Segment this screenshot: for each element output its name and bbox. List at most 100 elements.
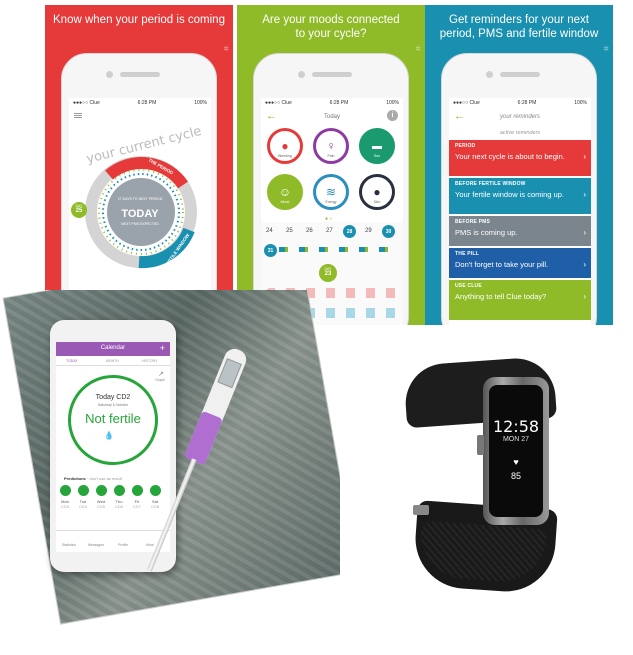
menu-icon[interactable] <box>74 112 82 119</box>
category-skin[interactable]: ● Skin <box>359 174 395 210</box>
reminder-body: PMS is coming up. <box>455 228 518 237</box>
calendar-day-marked[interactable]: 30 <box>382 225 395 238</box>
calendar-day[interactable]: 25 <box>286 228 293 234</box>
tab-today[interactable]: TODAY <box>66 359 78 363</box>
chevron-right-icon: › <box>583 260 586 269</box>
sparkle-icon: ✲ <box>415 46 421 53</box>
calendar-day[interactable]: 26 <box>306 228 313 234</box>
today-date: Saturday 6 October <box>97 403 129 407</box>
info-icon[interactable]: i <box>387 110 398 121</box>
tab-history[interactable]: HISTORY <box>142 359 157 363</box>
camera-icon <box>106 71 113 78</box>
status-time: 6:28 PM <box>329 100 349 106</box>
prediction-dot[interactable] <box>114 485 125 496</box>
sparkle-icon: ✲ <box>603 46 609 53</box>
category-label: Pain <box>327 154 335 158</box>
category-pain[interactable]: ♀ Pain <box>313 128 349 164</box>
phone-frame: ●●●○○ Clue 6:28 PM 100% your current cyc… <box>61 53 217 325</box>
today-title: Today CD2 <box>95 394 131 401</box>
graph-icon[interactable]: ↗ <box>158 370 164 378</box>
screen-title: Today <box>323 114 340 120</box>
status-battery: 100% <box>194 100 207 106</box>
smiley-icon: ☺ <box>278 185 292 199</box>
center-today-text: TODAY <box>121 208 159 220</box>
status-carrier: ●●●○○ Clue <box>453 100 480 106</box>
drop-icon: ● <box>281 139 289 153</box>
status-time: 6:28 PM <box>137 100 157 106</box>
tracker-screen: 12:58 MON 27 ♥ 85 <box>489 385 543 517</box>
panel-title: Are your moods connected to your cycle? <box>262 14 400 40</box>
prediction-cd: CD7 <box>132 504 141 509</box>
tab-month[interactable]: MONTH <box>106 359 119 363</box>
tracker-time: 12:58 <box>492 417 540 436</box>
reminder-head: BEFORE FERTILE WINDOW <box>455 181 526 187</box>
waves-icon: ≋ <box>325 185 337 199</box>
prediction-dot[interactable] <box>96 485 107 496</box>
category-label: Mood <box>280 200 290 204</box>
status-carrier: ●●●○○ Clue <box>265 100 292 106</box>
prediction-cd: CD5 <box>96 504 105 509</box>
speech-bubble-icon: ● <box>373 185 381 199</box>
category-label: Skin <box>373 200 381 204</box>
today-marker-number: 23 <box>324 271 332 277</box>
calendar-day-marked[interactable]: 28 <box>343 225 356 238</box>
center-sub-text: NEXT PMS EXPECTED <box>121 222 159 226</box>
tab-bar: TODAY MONTH HISTORY <box>56 356 170 366</box>
panel-title: Get reminders for your next period, PMS … <box>439 14 599 40</box>
reminder-head: THE PILL <box>455 251 479 257</box>
calendar-day[interactable]: 24 <box>266 228 273 234</box>
calendar-day[interactable]: 27 <box>326 228 333 234</box>
drops-icon: 💧 <box>104 431 114 440</box>
app-header-title: Calendar <box>100 345 126 351</box>
figure-icon: ♀ <box>326 139 336 153</box>
sparkle-icon: ✲ <box>223 46 229 53</box>
chevron-right-icon: › <box>583 152 586 161</box>
chevron-right-icon: › <box>583 190 586 199</box>
category-mood[interactable]: ☺ Mood <box>267 174 303 210</box>
category-bleeding[interactable]: ● Bleeding <box>267 128 303 164</box>
prediction-dot[interactable] <box>78 485 89 496</box>
category-energy[interactable]: ≋ Energy <box>313 174 349 210</box>
status-carrier: ●●●○○ Clue <box>73 100 100 106</box>
reminder-period[interactable]: PERIOD Your next cycle is about to begin… <box>449 140 591 176</box>
camera-icon <box>486 71 493 78</box>
graph-label: Graph <box>155 378 165 382</box>
reminder-fertile[interactable]: BEFORE FERTILE WINDOW Your fertile windo… <box>449 178 591 214</box>
reminder-body: Anything to tell Clue today? <box>455 292 547 301</box>
category-sex[interactable]: ▬ Sex <box>359 128 395 164</box>
nav-statistics[interactable]: Statistics <box>62 543 76 547</box>
speaker-grille <box>312 72 352 77</box>
chevron-right-icon: › <box>583 292 586 301</box>
prediction-dot[interactable] <box>132 485 143 496</box>
today-marker[interactable]: DAY 23 <box>319 264 337 282</box>
calendar-day-marked[interactable]: 31 <box>264 244 277 257</box>
nav-profile[interactable]: Profile <box>118 543 128 547</box>
phone-frame: ●●●○○ Clue 6:28 PM 100% ← Today i ● Blee… <box>253 53 409 325</box>
prediction-dot[interactable] <box>150 485 161 496</box>
fertility-status: Not fertile <box>85 411 141 426</box>
reminder-pms[interactable]: BEFORE PMS PMS is coming up. › <box>449 216 591 246</box>
reminder-head: USE CLUE <box>455 283 482 289</box>
add-icon[interactable]: + <box>160 343 165 353</box>
calendar-day[interactable]: 29 <box>365 228 372 234</box>
status-bar: ●●●○○ Clue 6:28 PM 100% <box>261 98 403 108</box>
screenshot-panel-period: Know when your period is coming ✲ ●●●○○ … <box>45 5 233 325</box>
panel-title: Know when your period is coming <box>53 14 225 26</box>
day-badge[interactable]: DAY 25 <box>71 202 87 218</box>
prediction-dot[interactable] <box>60 485 71 496</box>
speaker-grille <box>500 72 540 77</box>
chevron-right-icon: › <box>583 228 586 237</box>
day-badge-number: 25 <box>75 208 83 214</box>
fertility-app-photo: Calendar + TODAY MONTH HISTORY ↗ Graph T… <box>0 290 340 650</box>
category-label: Sex <box>373 154 381 158</box>
heart-rate: 85 <box>510 471 521 481</box>
reminder-use-clue[interactable]: USE CLUE Anything to tell Clue today? › <box>449 280 591 320</box>
prediction-cd: CD3 <box>60 504 69 509</box>
app-header: Calendar + <box>56 342 170 356</box>
predictions-label: Predictions · don't use as result <box>64 476 122 481</box>
status-time: 6:28 PM <box>517 100 537 106</box>
reminder-pill[interactable]: THE PILL Don't forget to take your pill.… <box>449 248 591 278</box>
status-battery: 100% <box>386 100 399 106</box>
tracker-button[interactable] <box>477 435 484 455</box>
nav-messages[interactable]: Messages <box>88 543 104 547</box>
